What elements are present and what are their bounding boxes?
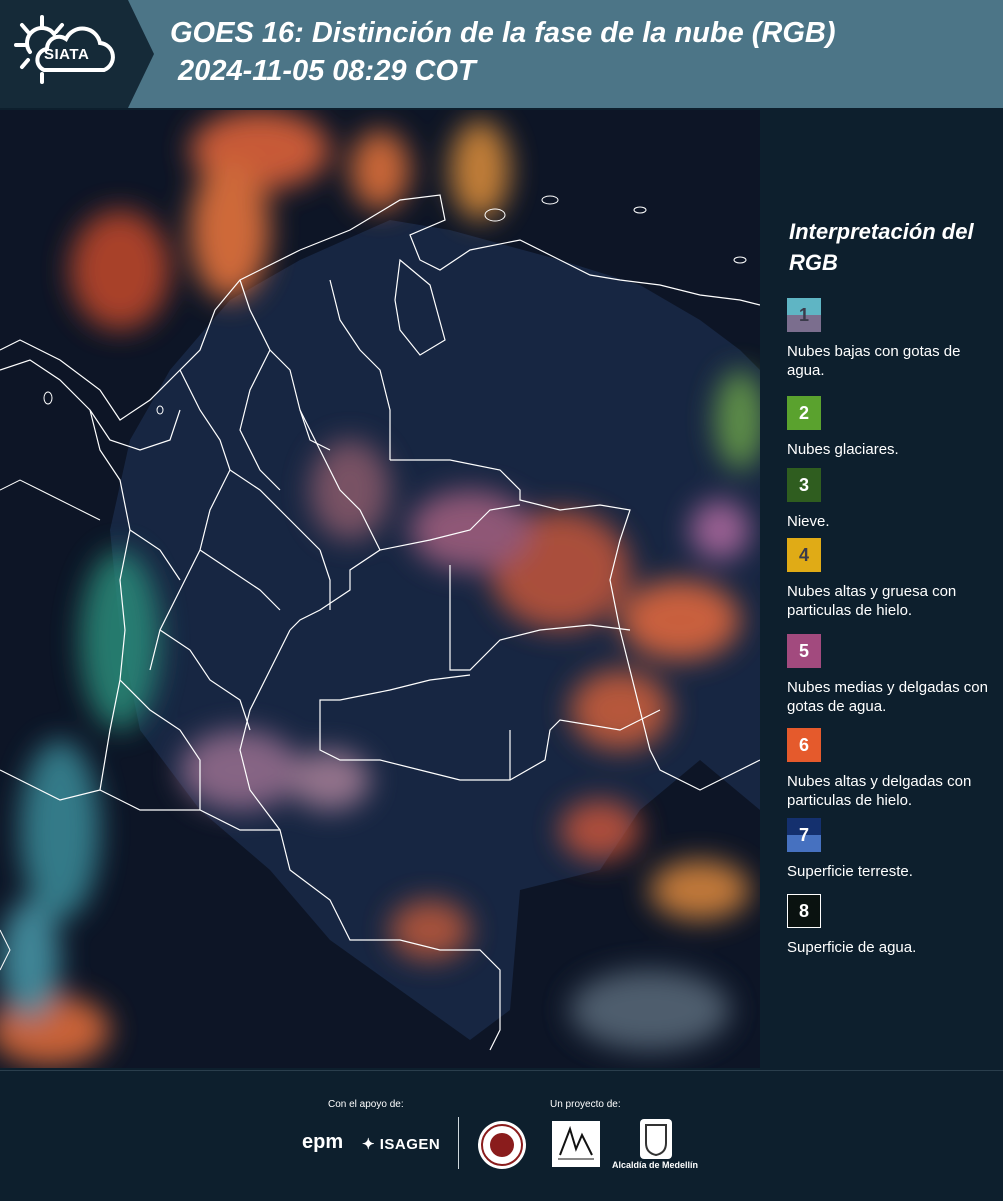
satellite-rgb-image bbox=[0, 110, 760, 1068]
legend-item-4: 4 Nubes altas y gruesa con particulas de… bbox=[787, 538, 997, 620]
legend-label-8: Superficie de agua. bbox=[787, 939, 917, 956]
logo-arrow-shape bbox=[128, 0, 154, 108]
legend-label-5: Nubes medias y delgadas con gotas de agu… bbox=[787, 679, 988, 715]
footer-bar: Con el apoyo de: Un proyecto de: epm ✦ I… bbox=[0, 1070, 1003, 1201]
legend-swatch-8: 8 bbox=[787, 894, 821, 928]
alcaldia-shield-icon bbox=[645, 1124, 667, 1157]
legend-number-1: 1 bbox=[798, 304, 809, 325]
legend-swatch-5: 5 bbox=[787, 634, 821, 668]
epm-logo: epm bbox=[302, 1131, 344, 1153]
legend-label-1: Nubes bajas con gotas de agua. bbox=[787, 343, 961, 379]
legend-number-8: 8 bbox=[798, 900, 809, 921]
footer-divider bbox=[458, 1117, 459, 1169]
legend-label-7: Superficie terreste. bbox=[787, 863, 913, 880]
legend-item-6: 6 Nubes altas y delgadas con particulas … bbox=[787, 728, 997, 810]
siata-logo-text: SIATA bbox=[44, 46, 90, 63]
legend-panel: Interpretación del RGB 1 Nubes bajas con… bbox=[760, 110, 1003, 1070]
project-label: Un proyecto de: bbox=[550, 1099, 621, 1110]
legend-swatch-4: 4 bbox=[787, 538, 821, 572]
legend-number-6: 6 bbox=[798, 734, 809, 755]
legend-number-2: 2 bbox=[798, 402, 809, 423]
area-metropolitana-logo bbox=[552, 1121, 600, 1167]
legend-label-3: Nieve. bbox=[787, 513, 830, 530]
siata-logo: SIATA bbox=[0, 0, 128, 108]
alcaldia-label: Alcaldía de Medellín bbox=[612, 1160, 699, 1170]
legend-number-7: 7 bbox=[798, 824, 809, 845]
support-label: Con el apoyo de: bbox=[328, 1099, 404, 1110]
satellite-map bbox=[0, 110, 760, 1068]
legend-label-4: Nubes altas y gruesa con particulas de h… bbox=[787, 583, 957, 619]
legend-item-3: 3 Nieve. bbox=[787, 468, 997, 531]
page-title: GOES 16: Distinción de la fase de la nub… bbox=[170, 17, 836, 87]
legend-swatch-2: 2 bbox=[787, 396, 821, 430]
legend-item-2: 2 Nubes glaciares. bbox=[787, 396, 997, 459]
legend-swatch-1: 1 bbox=[787, 298, 821, 332]
legend-label-2: Nubes glaciares. bbox=[787, 441, 899, 458]
legend-item-1: 1 Nubes bajas con gotas de agua. bbox=[787, 298, 997, 380]
legend-number-3: 3 bbox=[798, 474, 809, 495]
legend-swatch-3: 3 bbox=[787, 468, 821, 502]
legend-item-8: 8 Superficie de agua. bbox=[787, 894, 997, 957]
legend-item-5: 5 Nubes medias y delgadas con gotas de a… bbox=[787, 634, 997, 716]
legend-number-4: 4 bbox=[798, 544, 809, 565]
seal-icon bbox=[481, 1124, 523, 1166]
legend-swatch-6: 6 bbox=[787, 728, 821, 762]
legend-label-6: Nubes altas y delgadas con particulas de… bbox=[787, 773, 972, 809]
isagen-logo-text: ISAGEN bbox=[379, 1136, 441, 1153]
header-bar: SIATA GOES 16: Distinción de la fase de … bbox=[0, 0, 1003, 108]
legend-title: Interpretación del RGB bbox=[789, 219, 974, 275]
seal-logo bbox=[478, 1121, 526, 1169]
legend-item-7: 7 Superficie terreste. bbox=[787, 818, 997, 881]
alcaldia-shield-logo bbox=[640, 1119, 672, 1159]
legend-swatch-7: 7 bbox=[787, 818, 821, 852]
area-metropolitana-icon bbox=[558, 1125, 594, 1160]
isagen-mark-icon: ✦ bbox=[362, 1136, 376, 1153]
legend-number-5: 5 bbox=[798, 640, 809, 661]
isagen-logo: ✦ ISAGEN bbox=[362, 1135, 440, 1153]
